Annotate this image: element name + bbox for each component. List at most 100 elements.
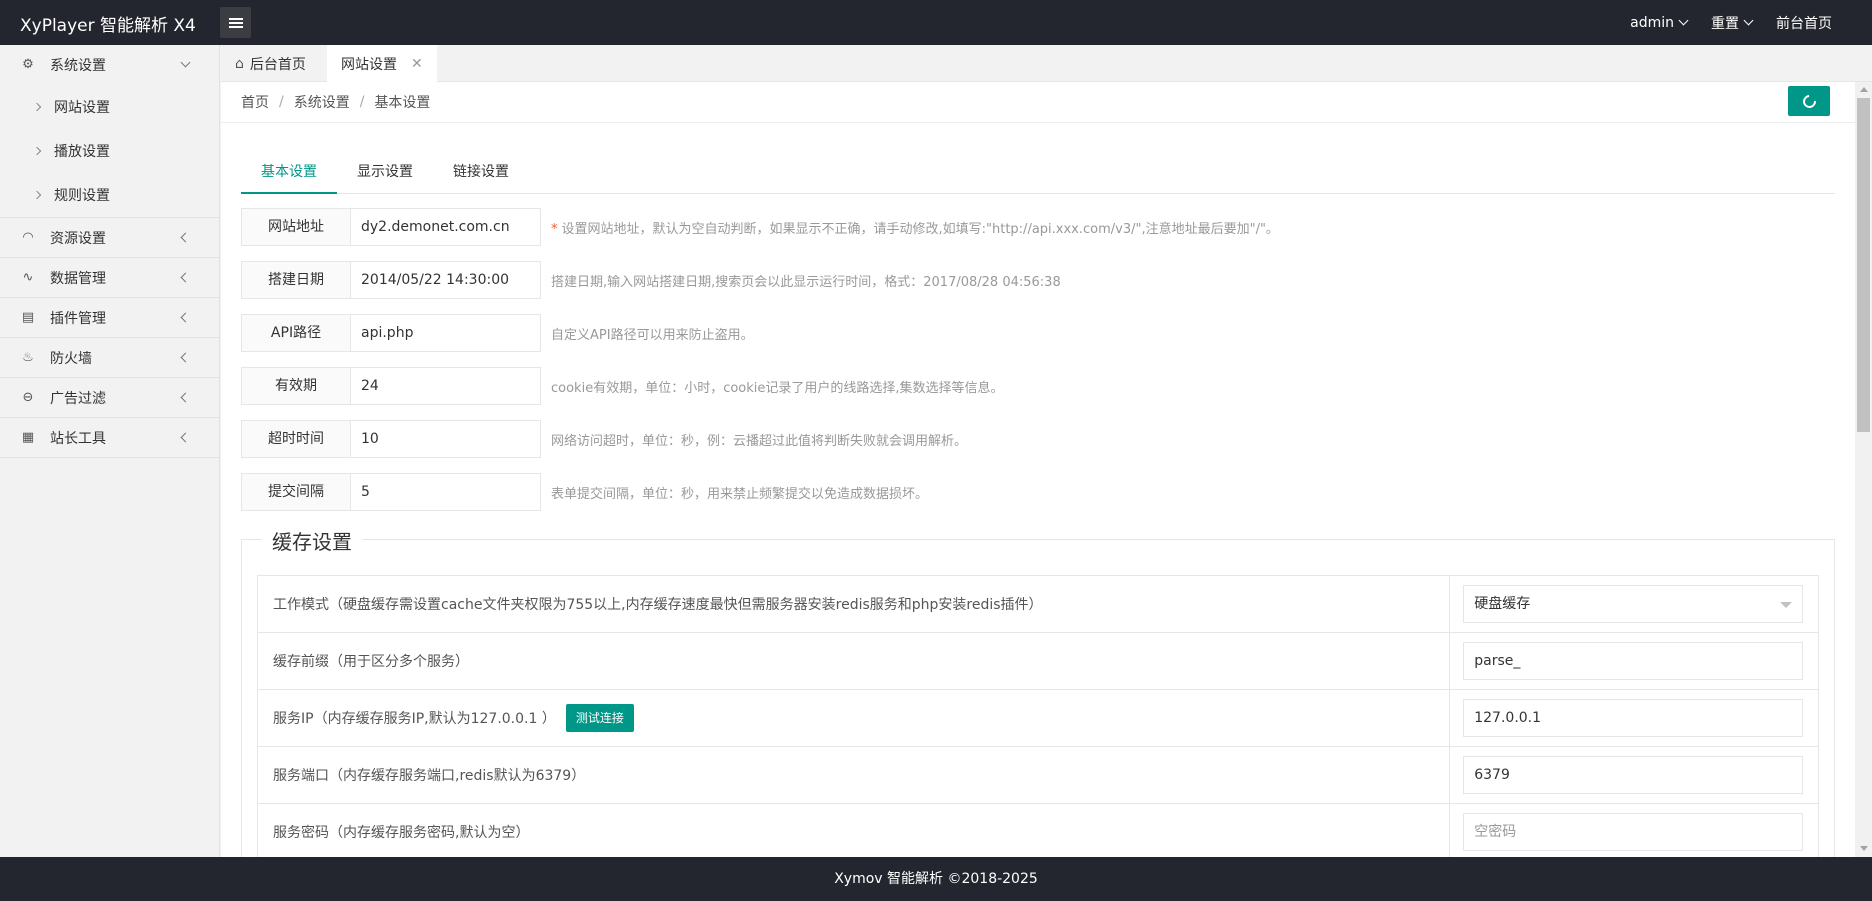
sidebar-item-resources[interactable]: ◠ 资源设置 [0, 218, 219, 258]
build-date-input[interactable]: 2014/05/22 14:30:00 [351, 261, 541, 299]
select-value: 硬盘缓存 [1474, 596, 1531, 612]
cache-port-input[interactable]: 6379 [1463, 756, 1804, 794]
user-menu[interactable]: admin [1630, 14, 1689, 31]
tab-basic-settings[interactable]: 基本设置 [241, 152, 337, 194]
settings-tabs: 基本设置 显示设置 链接设置 [241, 152, 1835, 194]
sidebar-item-label: 站长工具 [50, 430, 106, 447]
cache-mode-select[interactable]: 硬盘缓存 [1463, 585, 1804, 623]
divider [221, 122, 1855, 123]
sidebar-sub-player[interactable]: 播放设置 [0, 129, 219, 173]
field-label: 搭建日期 [241, 261, 351, 299]
sidebar-sub-website[interactable]: 网站设置 [0, 85, 219, 129]
field-label: API路径 [241, 314, 351, 352]
sidebar-sub-label: 规则设置 [54, 188, 110, 204]
row-label: 缓存前缀（用于区分多个服务） [258, 633, 1451, 689]
cache-ip-input[interactable]: 127.0.0.1 [1463, 699, 1804, 737]
menu-toggle-button[interactable] [220, 7, 251, 38]
field-hint: * 设置网站地址，默认为空自动判断，如果显示不正确，请手动修改,如填写:"http… [551, 218, 1279, 237]
reset-menu[interactable]: 重置 [1711, 13, 1754, 33]
scroll-down-arrow-icon[interactable] [1860, 846, 1868, 851]
sidebar-sub-rules[interactable]: 规则设置 [0, 173, 219, 217]
field-label: 超时时间 [241, 420, 351, 458]
refresh-button[interactable] [1788, 86, 1830, 116]
scroll-up-arrow-icon[interactable] [1860, 87, 1868, 92]
field-hint: 搭建日期,输入网站搭建日期,搜索页会以此显示运行时间，格式：2017/08/28… [551, 274, 1061, 290]
top-nav: admin 重置 前台首页 [1630, 0, 1832, 45]
sidebar-item-tools[interactable]: ▦ 站长工具 [0, 418, 219, 458]
field-label: 网站地址 [241, 208, 351, 246]
sidebar-sub-label: 播放设置 [54, 144, 110, 160]
form-row-api-path: API路径 api.php 自定义API路径可以用来防止盗用。 [241, 314, 754, 352]
footer: Xymov 智能解析 ©2018-2025 [0, 857, 1872, 901]
row-label-text: 服务IP（内存缓存服务IP,默认为127.0.0.1 ） [273, 711, 556, 727]
row-control: 空密码 [1450, 804, 1818, 857]
user-menu-label: admin [1630, 14, 1674, 31]
sidebar-item-adfilter[interactable]: ⊖ 广告过滤 [0, 378, 219, 418]
fieldset-legend: 缓存设置 [262, 526, 362, 555]
page-scrollbar[interactable] [1855, 82, 1872, 857]
chevron-left-icon [180, 392, 191, 403]
form-row-site-url: 网站地址 dy2.demonet.com.cn * 设置网站地址，默认为空自动判断… [241, 208, 1279, 246]
field-label: 有效期 [241, 367, 351, 405]
field-label: 提交间隔 [241, 473, 351, 511]
chevron-left-icon [180, 352, 191, 363]
sidebar-item-label: 插件管理 [50, 310, 106, 327]
expiry-input[interactable]: 24 [351, 367, 541, 405]
chevron-down-icon [1743, 15, 1754, 26]
chevron-left-icon [180, 312, 191, 323]
timeout-input[interactable]: 10 [351, 420, 541, 458]
main-content: 首页 / 系统设置 / 基本设置 基本设置 显示设置 链接设置 网站地址 dy2… [221, 82, 1855, 857]
cache-password-input[interactable]: 空密码 [1463, 813, 1804, 851]
table-row: 工作模式（硬盘缓存需设置cache文件夹权限为755以上,内存缓存速度最快但需服… [258, 576, 1818, 633]
row-label: 服务端口（内存缓存服务端口,redis默认为6379） [258, 747, 1451, 803]
sidebar-item-firewall[interactable]: ♨ 防火墙 [0, 338, 219, 378]
close-icon[interactable]: ✕ [411, 56, 423, 72]
form-row-submit-interval: 提交间隔 5 表单提交间隔，单位：秒，用来禁止频繁提交以免造成数据损坏。 [241, 473, 928, 511]
cache-prefix-input[interactable]: parse_ [1463, 642, 1804, 680]
breadcrumb: 首页 / 系统设置 / 基本设置 [241, 82, 430, 122]
plugin-icon: ▤ [21, 309, 35, 325]
row-label: 服务密码（内存缓存服务密码,默认为空） [258, 804, 1451, 857]
row-control: 6379 [1450, 747, 1818, 803]
scrollbar-thumb[interactable] [1857, 98, 1870, 432]
sidebar-item-data[interactable]: ∿ 数据管理 [0, 258, 219, 298]
row-control: 硬盘缓存 [1450, 576, 1818, 632]
chevron-right-icon [32, 102, 42, 112]
breadcrumb-home[interactable]: 首页 [241, 92, 269, 112]
rss-icon: ◠ [22, 229, 34, 245]
chevron-left-icon [180, 232, 191, 243]
cache-settings-fieldset: 缓存设置 工作模式（硬盘缓存需设置cache文件夹权限为755以上,内存缓存速度… [241, 526, 1835, 857]
field-hint: 表单提交间隔，单位：秒，用来禁止频繁提交以免造成数据损坏。 [551, 486, 929, 502]
field-hint: 网络访问超时，单位：秒，例：云播超过此值将判断失败就会调用解析。 [551, 433, 968, 449]
sidebar-item-plugins[interactable]: ▤ 插件管理 [0, 298, 219, 338]
submit-interval-input[interactable]: 5 [351, 473, 541, 511]
table-row: 服务IP（内存缓存服务IP,默认为127.0.0.1 ） 测试连接 127.0.… [258, 690, 1818, 747]
grid-icon: ▦ [21, 429, 35, 445]
pulse-icon: ∿ [22, 269, 34, 285]
tab-website-settings[interactable]: 网站设置 ✕ [327, 45, 437, 82]
breadcrumb-separator: / [279, 94, 284, 110]
tab-home[interactable]: ⌂ 后台首页 [221, 45, 325, 82]
sidebar-item-label: 资源设置 [50, 230, 106, 247]
sidebar-item-label: 数据管理 [50, 270, 106, 287]
field-hint: 自定义API路径可以用来防止盗用。 [551, 327, 754, 343]
test-connection-button[interactable]: 测试连接 [565, 704, 634, 732]
sidebar-item-system[interactable]: ⚙ 系统设置 [0, 45, 219, 85]
page-tabs: ⌂ 后台首页 网站设置 ✕ [221, 45, 1872, 82]
gear-icon: ⚙ [22, 57, 34, 72]
app-logo[interactable]: XyPlayer 智能解析 X4 [20, 11, 196, 36]
tab-display-settings[interactable]: 显示设置 [337, 152, 433, 194]
caret-down-icon [1780, 602, 1793, 608]
table-row: 服务端口（内存缓存服务端口,redis默认为6379） 6379 [258, 747, 1818, 804]
breadcrumb-system[interactable]: 系统设置 [294, 92, 350, 112]
site-url-input[interactable]: dy2.demonet.com.cn [351, 208, 541, 246]
tab-link-settings[interactable]: 链接设置 [433, 152, 529, 194]
sidebar-item-label: 防火墙 [50, 350, 92, 367]
frontend-home-link[interactable]: 前台首页 [1776, 13, 1832, 33]
api-path-input[interactable]: api.php [351, 314, 541, 352]
refresh-icon [1799, 91, 1819, 111]
row-control: 127.0.0.1 [1450, 690, 1818, 746]
table-row: 缓存前缀（用于区分多个服务） parse_ [258, 633, 1818, 690]
fire-icon: ♨ [22, 349, 34, 365]
tab-label: 后台首页 [249, 56, 306, 73]
